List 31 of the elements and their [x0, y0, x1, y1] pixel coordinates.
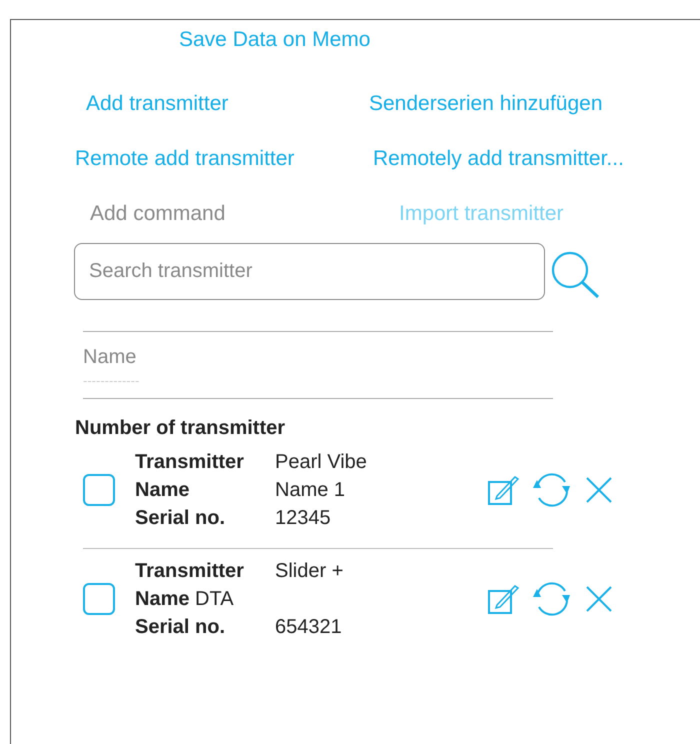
- save-data-link[interactable]: Save Data on Memo: [179, 28, 370, 52]
- field-label: Serial no.: [135, 506, 226, 531]
- checkbox[interactable]: [83, 474, 115, 506]
- field-value: 12345: [275, 506, 332, 531]
- close-icon[interactable]: [585, 585, 613, 613]
- action-link[interactable]: Import transmitter: [399, 202, 564, 226]
- field-label: Serial no.: [135, 615, 226, 640]
- edit-icon[interactable]: [487, 583, 519, 615]
- action-link[interactable]: Remote add transmitter: [75, 147, 294, 171]
- action-link[interactable]: Senderserien hinzufügen: [369, 92, 603, 116]
- action-link[interactable]: Remotely add transmitter...: [373, 147, 624, 171]
- search-icon[interactable]: [550, 250, 600, 300]
- checkbox[interactable]: [83, 583, 115, 615]
- field-value: DTA: [195, 588, 234, 610]
- field-value: 654321: [275, 615, 343, 640]
- field-value: Name 1: [275, 478, 346, 503]
- list-heading: Number of transmitter: [75, 417, 286, 440]
- action-link[interactable]: Add transmitter: [86, 92, 228, 116]
- close-icon[interactable]: [585, 476, 613, 504]
- field-value: Pearl Vibe: [275, 450, 368, 475]
- search-field[interactable]: Search transmitter: [74, 243, 545, 300]
- refresh-icon[interactable]: [531, 472, 573, 508]
- action-link[interactable]: Add command: [90, 202, 226, 226]
- field-label: Name: [135, 478, 190, 503]
- field-label: Name: [135, 588, 190, 610]
- field-label: Transmitter: [135, 450, 245, 475]
- field-value: Slider +: [275, 559, 344, 584]
- refresh-icon[interactable]: [531, 581, 573, 617]
- name-label: Name: [83, 346, 138, 369]
- field-label: Transmitter: [135, 559, 245, 584]
- edit-icon[interactable]: [487, 474, 519, 506]
